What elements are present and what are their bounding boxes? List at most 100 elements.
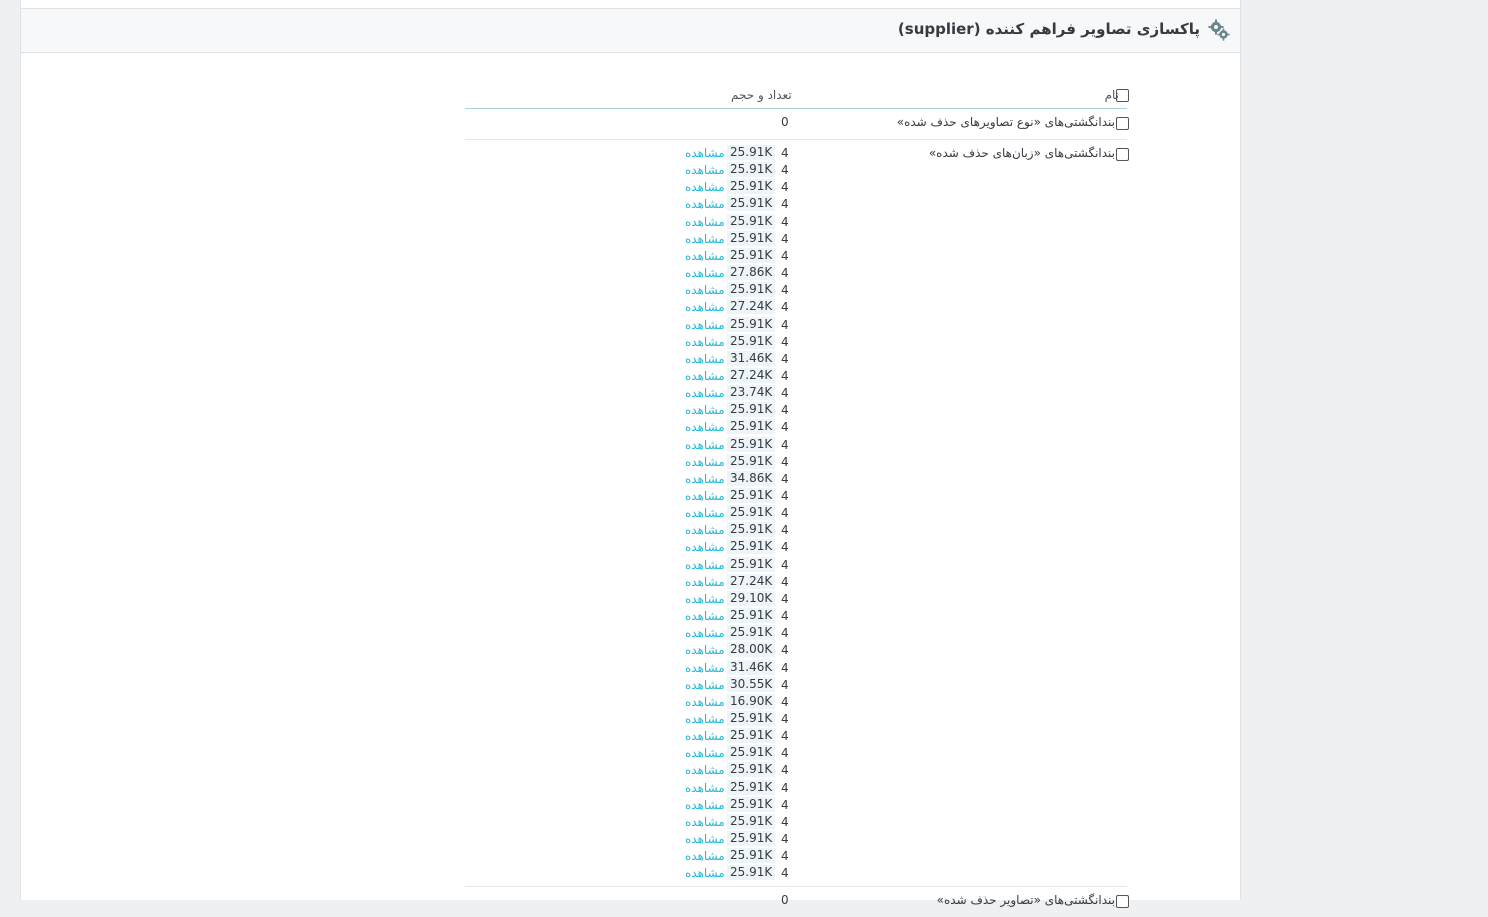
list-item: 4 16.90K مشاهده [465,693,1127,711]
view-link[interactable]: مشاهده [685,506,725,520]
entry-size-badge: 25.91K [727,745,776,761]
view-link[interactable]: مشاهده [685,763,725,777]
view-link[interactable]: مشاهده [685,266,725,280]
row-checkbox[interactable] [1116,117,1129,130]
view-link[interactable]: مشاهده [685,781,725,795]
view-link[interactable]: مشاهده [685,420,725,434]
view-link[interactable]: مشاهده [685,609,725,623]
entry-size-badge: 25.91K [727,162,776,178]
view-link[interactable]: مشاهده [685,712,725,726]
view-link[interactable]: مشاهده [685,249,725,263]
view-link[interactable]: مشاهده [685,197,725,211]
view-link[interactable]: مشاهده [685,661,725,675]
list-item: 4 25.91K مشاهده [465,333,1127,351]
entry-count: 4 [781,471,789,486]
view-link[interactable]: مشاهده [685,472,725,486]
view-link[interactable]: مشاهده [685,626,725,640]
entry-size-badge: 25.91K [727,539,776,555]
view-link[interactable]: مشاهده [685,815,725,829]
list-item: 4 34.86K مشاهده [465,470,1127,488]
entry-size-badge: 25.91K [727,196,776,212]
panel-header: پاکسازی تصاویر فراهم کننده (supplier) [21,9,1240,53]
entry-size-badge: 25.91K [727,848,776,864]
list-item: 4 27.86K مشاهده [465,265,1127,282]
list-item: 4 31.46K مشاهده [465,350,1127,368]
table-header: نام تعداد و حجم [465,80,1129,109]
entry-size-badge: 27.24K [727,367,776,383]
entry-size-badge: 25.91K [727,796,776,812]
view-link[interactable]: مشاهده [685,695,725,709]
view-link[interactable]: مشاهده [685,798,725,812]
list-item: 4 31.46K مشاهده [465,659,1127,677]
top-strip [21,0,1240,9]
entry-count: 4 [781,814,789,829]
view-link[interactable]: مشاهده [685,163,725,177]
view-link[interactable]: مشاهده [685,318,725,332]
entry-size-badge: 25.91K [727,419,776,435]
entry-count: 4 [781,454,789,469]
view-link[interactable]: مشاهده [685,678,725,692]
view-link[interactable]: مشاهده [685,643,725,657]
view-link[interactable]: مشاهده [685,746,725,760]
entry-count: 4 [781,180,789,195]
entry-size-badge: 25.91K [727,179,776,195]
entry-size-badge: 27.24K [727,573,776,589]
entry-count: 4 [781,300,789,315]
list-item: 4 25.91K مشاهده [465,145,1127,162]
page-title: پاکسازی تصاویر فراهم کننده (supplier) [897,20,1200,38]
list-item: 4 25.91K مشاهده [465,745,1127,762]
view-link[interactable]: مشاهده [685,386,725,400]
view-link[interactable]: مشاهده [685,438,725,452]
entry-size-badge: 23.74K [727,385,776,401]
list-item: 4 25.91K مشاهده [465,608,1127,625]
list-item: 4 25.91K مشاهده [465,453,1127,471]
entry-size-badge: 31.46K [727,350,776,366]
view-link[interactable]: مشاهده [685,369,725,383]
entry-size-badge: 25.91K [727,813,776,829]
view-link[interactable]: مشاهده [685,849,725,863]
list-item: 4 25.91K مشاهده [465,556,1127,574]
view-link[interactable]: مشاهده [685,729,725,743]
view-link[interactable]: مشاهده [685,523,725,537]
view-link[interactable]: مشاهده [685,866,725,880]
entry-count: 4 [781,729,789,744]
entry-count: 4 [781,317,789,332]
list-item: 4 25.91K مشاهده [465,196,1127,213]
entry-count: 4 [781,248,789,263]
view-link[interactable]: مشاهده [685,283,725,297]
list-item: 4 25.91K مشاهده [465,230,1127,248]
view-link[interactable]: مشاهده [685,335,725,349]
view-link[interactable]: مشاهده [685,215,725,229]
view-link[interactable]: مشاهده [685,300,725,314]
list-item: 4 30.55K مشاهده [465,676,1127,694]
entry-size-badge: 25.91K [727,625,776,641]
view-link[interactable]: مشاهده [685,592,725,606]
row-checkbox[interactable] [1116,895,1129,908]
entry-size-badge: 25.91K [727,710,776,726]
view-link[interactable]: مشاهده [685,540,725,554]
entry-size-badge: 27.24K [727,299,776,315]
view-link[interactable]: مشاهده [685,455,725,469]
entry-count: 4 [781,368,789,383]
list-item: 4 25.91K مشاهده [465,505,1127,522]
gear-icon [1208,19,1230,41]
entry-size-badge: 25.91K [727,247,776,263]
list-item: 4 25.91K مشاهده [465,247,1127,265]
entry-count: 4 [781,557,789,572]
view-link[interactable]: مشاهده [685,403,725,417]
list-item: 4 25.91K مشاهده [465,539,1127,556]
list-item: 4 29.10K مشاهده [465,590,1127,608]
view-link[interactable]: مشاهده [685,832,725,846]
entry-size-badge: 31.46K [727,659,776,675]
column-name-header: نام [1104,88,1119,102]
entry-size-badge: 28.00K [727,642,776,658]
view-link[interactable]: مشاهده [685,180,725,194]
entry-size-badge: 25.91K [727,436,776,452]
view-link[interactable]: مشاهده [685,232,725,246]
view-link[interactable]: مشاهده [685,146,725,160]
view-link[interactable]: مشاهده [685,352,725,366]
view-link[interactable]: مشاهده [685,489,725,503]
entry-size-badge: 25.91K [727,608,776,624]
view-link[interactable]: مشاهده [685,575,725,589]
view-link[interactable]: مشاهده [685,558,725,572]
